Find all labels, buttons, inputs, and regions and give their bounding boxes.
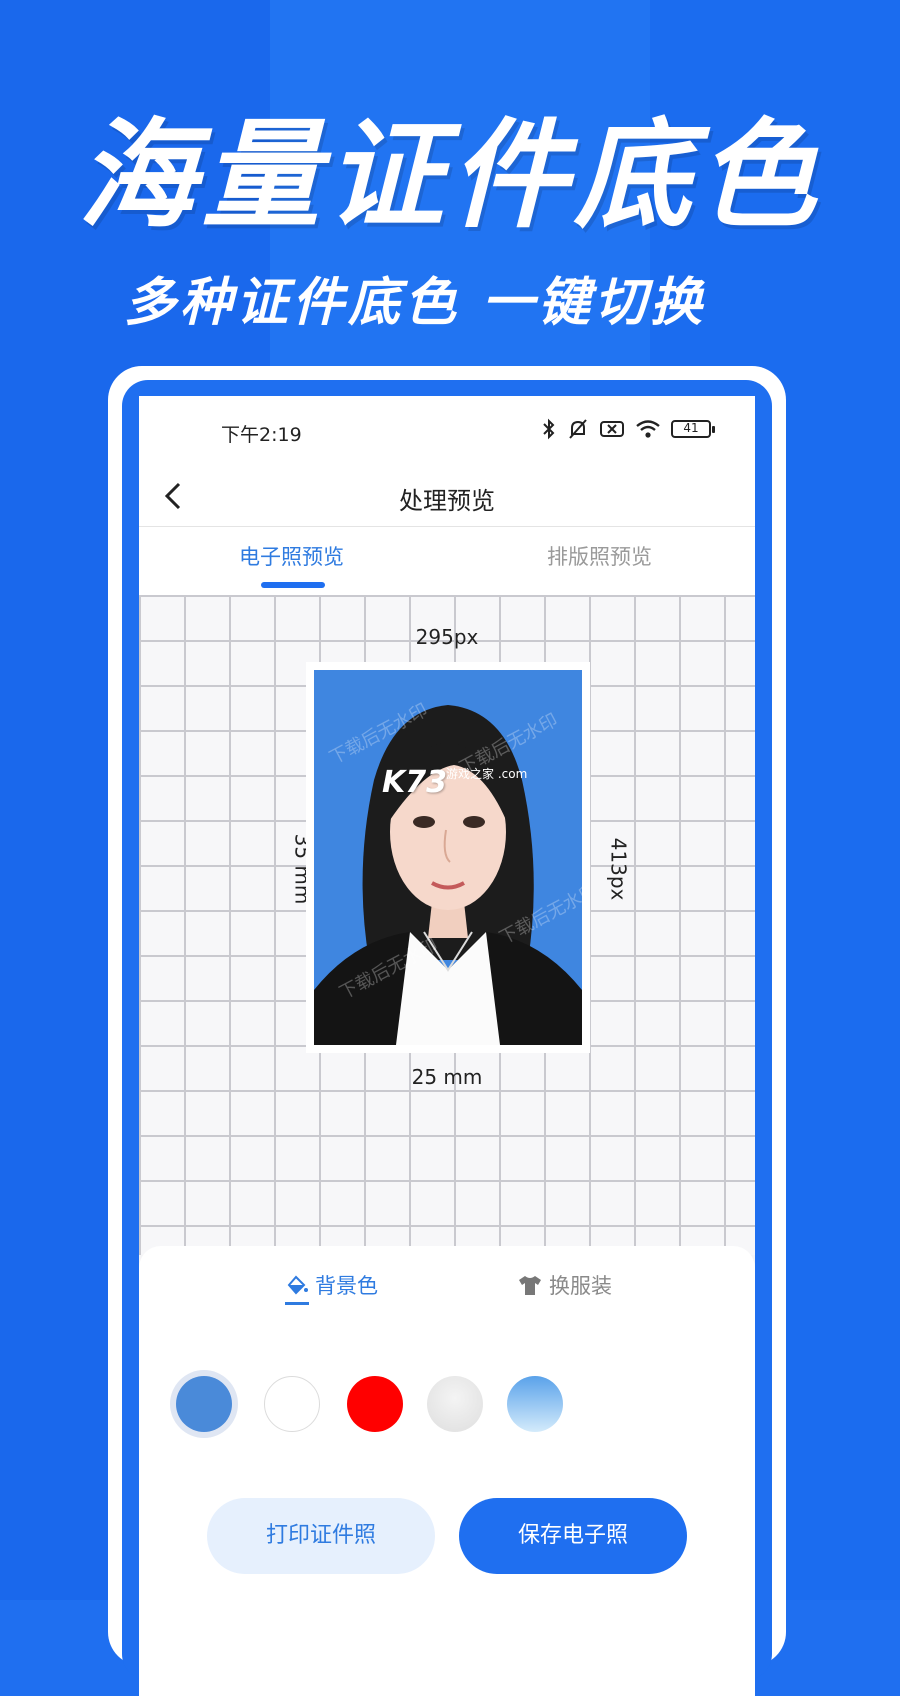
site-logo: K73 [382,765,447,800]
swatch-white[interactable] [264,1376,320,1432]
shirt-icon [519,1276,541,1295]
tab-background-color[interactable]: 背景色 [285,1270,378,1300]
swatch-gradient-blue[interactable] [507,1376,563,1432]
tab-electronic-preview[interactable]: 电子照预览 [239,541,344,571]
tab-layout-preview[interactable]: 排版照预览 [547,541,652,571]
swatch-grey[interactable] [427,1376,483,1432]
height-mm-label: 35 mm [290,833,315,905]
site-logo-sub: 游戏之家 .com [446,767,528,781]
height-px-label: 413px [606,837,631,901]
mute-bell-icon [569,419,587,439]
page-title: 处理预览 [399,487,495,515]
promo-subline: 多种证件底色 一键切换 [123,273,707,333]
promo-headline: 海量证件底色 [77,106,822,244]
tab-change-clothes[interactable]: 换服装 [517,1270,612,1300]
color-swatches [171,1376,731,1456]
battery-icon: 41 [671,420,715,438]
photo-preview-grid: 295px 35 mm 413px 下载后无水印 下载后无水印 下载后无水印 下… [139,595,755,1255]
paint-bucket-icon [287,1275,308,1295]
width-px-label: 295px [415,625,479,649]
preview-tabs: 电子照预览 排版照预览 [139,527,755,595]
phone-screen: 下午2:19 41 处理预览 电子照预览 排版照预览 295px 35 mm 4… [139,396,755,1696]
save-electronic-photo-button[interactable]: 保存电子照 [459,1498,687,1574]
sim-off-icon [600,421,624,437]
tab-active-indicator [261,582,325,588]
battery-level: 41 [683,421,699,435]
tab-change-clothes-label: 换服装 [549,1274,612,1298]
status-icons: 41 [541,418,715,440]
tab-background-underline [285,1302,309,1305]
id-photo: 下载后无水印 下载后无水印 下载后无水印 下载后无水印 K73 游戏之家 .co… [314,670,582,1045]
width-mm-label: 25 mm [411,1065,483,1089]
tab-background-color-label: 背景色 [315,1274,378,1298]
bluetooth-icon [543,418,555,440]
swatch-red[interactable] [347,1376,403,1432]
status-bar: 下午2:19 41 [139,396,755,466]
edit-panel: 背景色 换服装 打印证件照 保存电子照 [139,1246,755,1696]
nav-bar: 处理预览 [139,466,755,527]
swatch-blue[interactable] [176,1376,232,1432]
status-time: 下午2:19 [221,424,302,446]
print-id-photo-button[interactable]: 打印证件照 [207,1498,435,1574]
wifi-icon [636,420,660,438]
